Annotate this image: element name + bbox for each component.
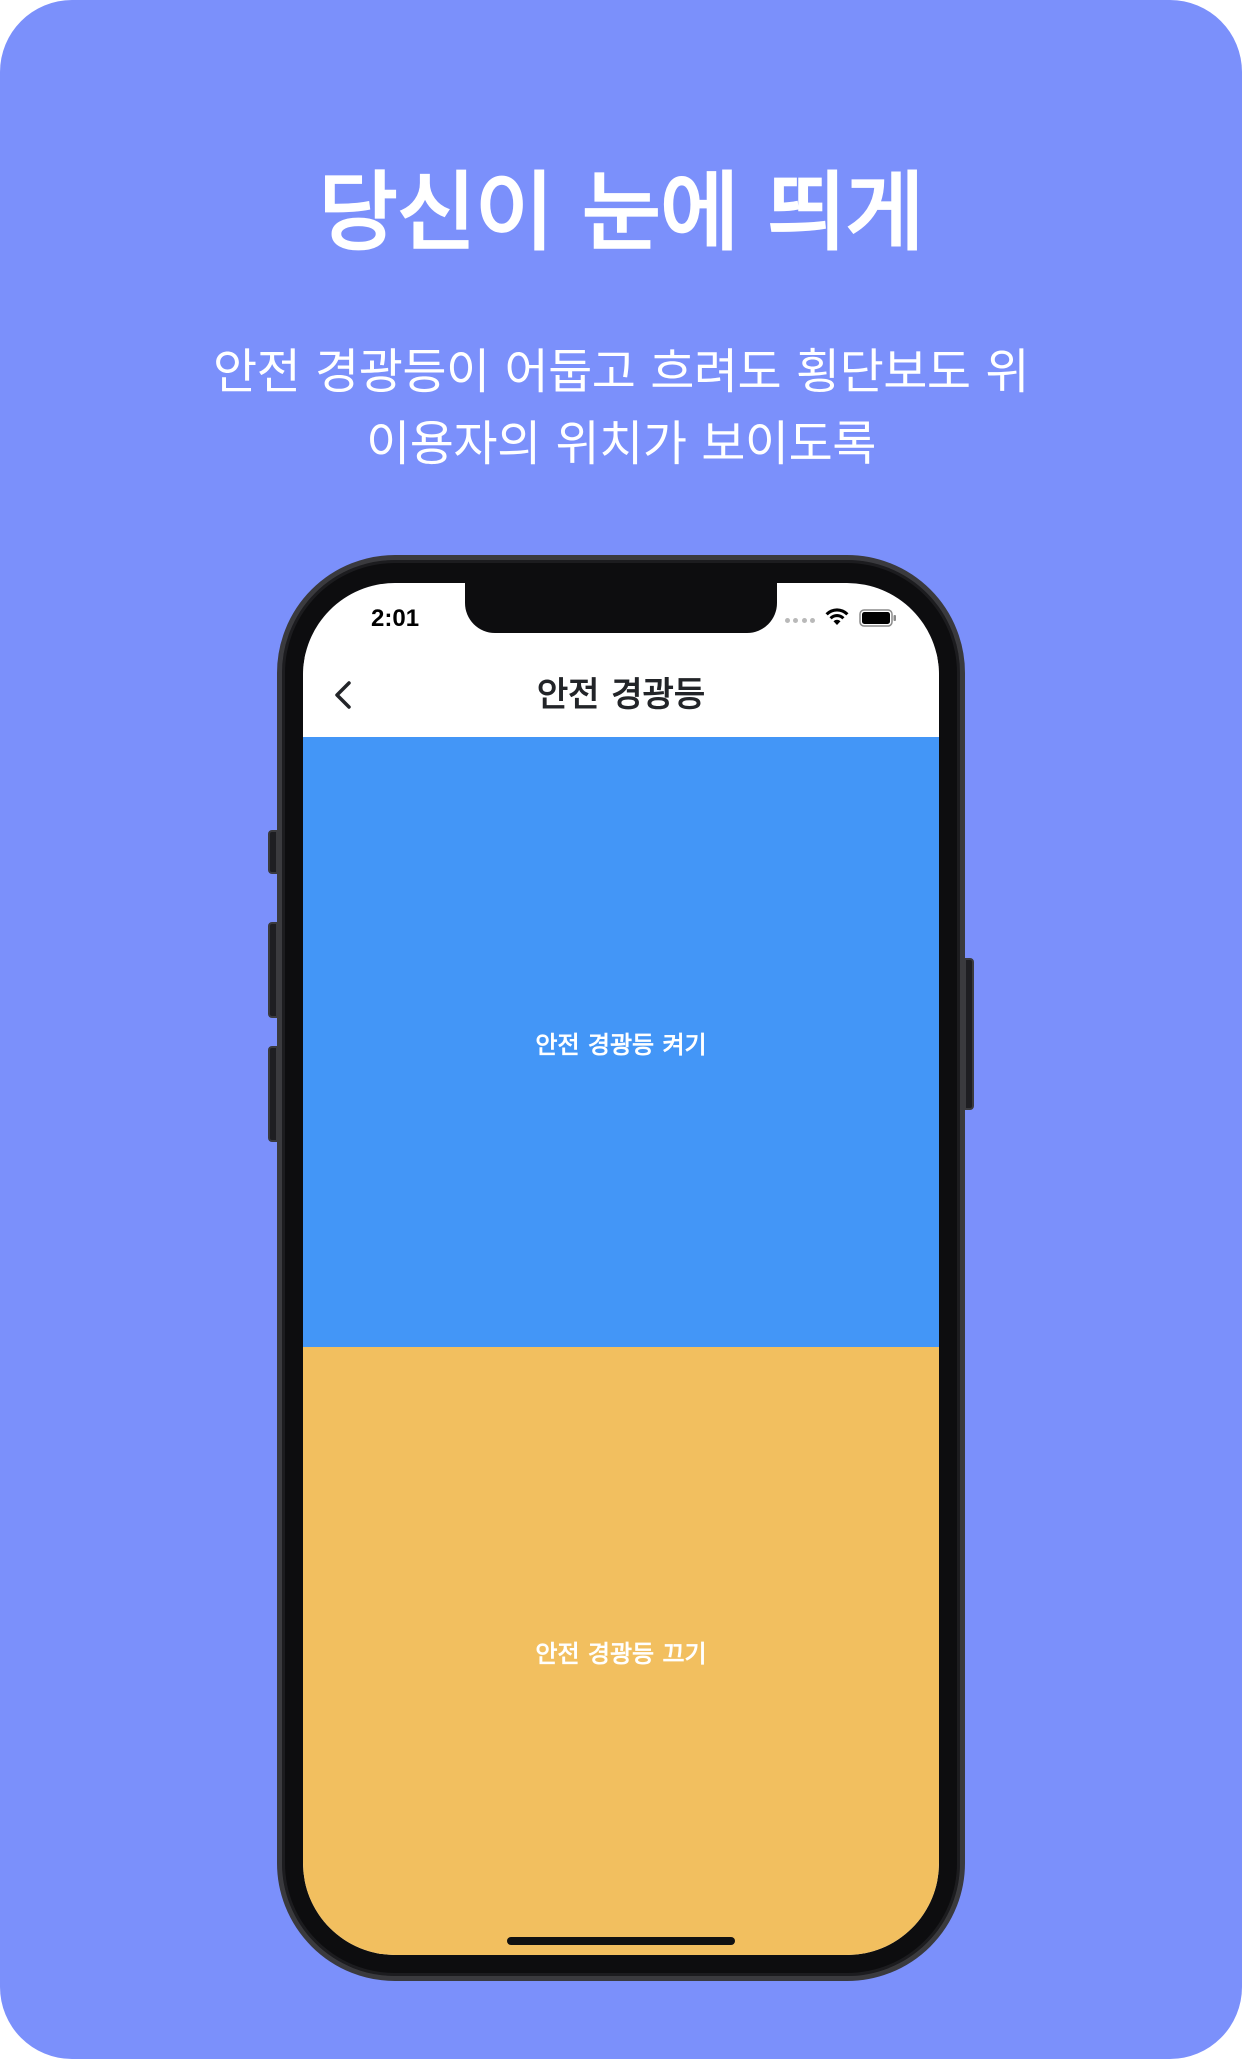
home-indicator[interactable] xyxy=(507,1937,735,1945)
phone-notch xyxy=(465,583,777,633)
light-on-label: 안전 경광등 켜기 xyxy=(535,1030,707,1059)
nav-title: 안전 경광등 xyxy=(536,675,706,715)
phone-screen: 2:01 안전 경광등 안전 경광등 켜기 안전 경광등 끄기 xyxy=(303,583,939,1955)
light-off-label: 안전 경광등 끄기 xyxy=(535,1639,707,1668)
wifi-icon xyxy=(825,608,849,625)
signal-dots-icon xyxy=(785,618,815,624)
promo-canvas: 당신이 눈에 띄게 안전 경광등이 어둡고 흐려도 횡단보도 위 이용자의 위치… xyxy=(0,0,1242,2059)
promo-subline-2: 이용자의 위치가 보이도록 xyxy=(366,416,876,472)
battery-icon xyxy=(859,609,896,627)
phone-power-button xyxy=(964,958,974,1110)
light-off-button[interactable]: 안전 경광등 끄기 xyxy=(303,1347,939,1955)
nav-bar: 안전 경광등 xyxy=(303,653,939,737)
status-time: 2:01 xyxy=(371,605,420,632)
promo-headline: 당신이 눈에 띄게 xyxy=(318,163,925,263)
chevron-left-icon[interactable] xyxy=(323,673,363,717)
promo-subline-1: 안전 경광등이 어둡고 흐려도 횡단보도 위 xyxy=(212,344,1030,400)
light-on-button[interactable]: 안전 경광등 켜기 xyxy=(303,737,939,1347)
